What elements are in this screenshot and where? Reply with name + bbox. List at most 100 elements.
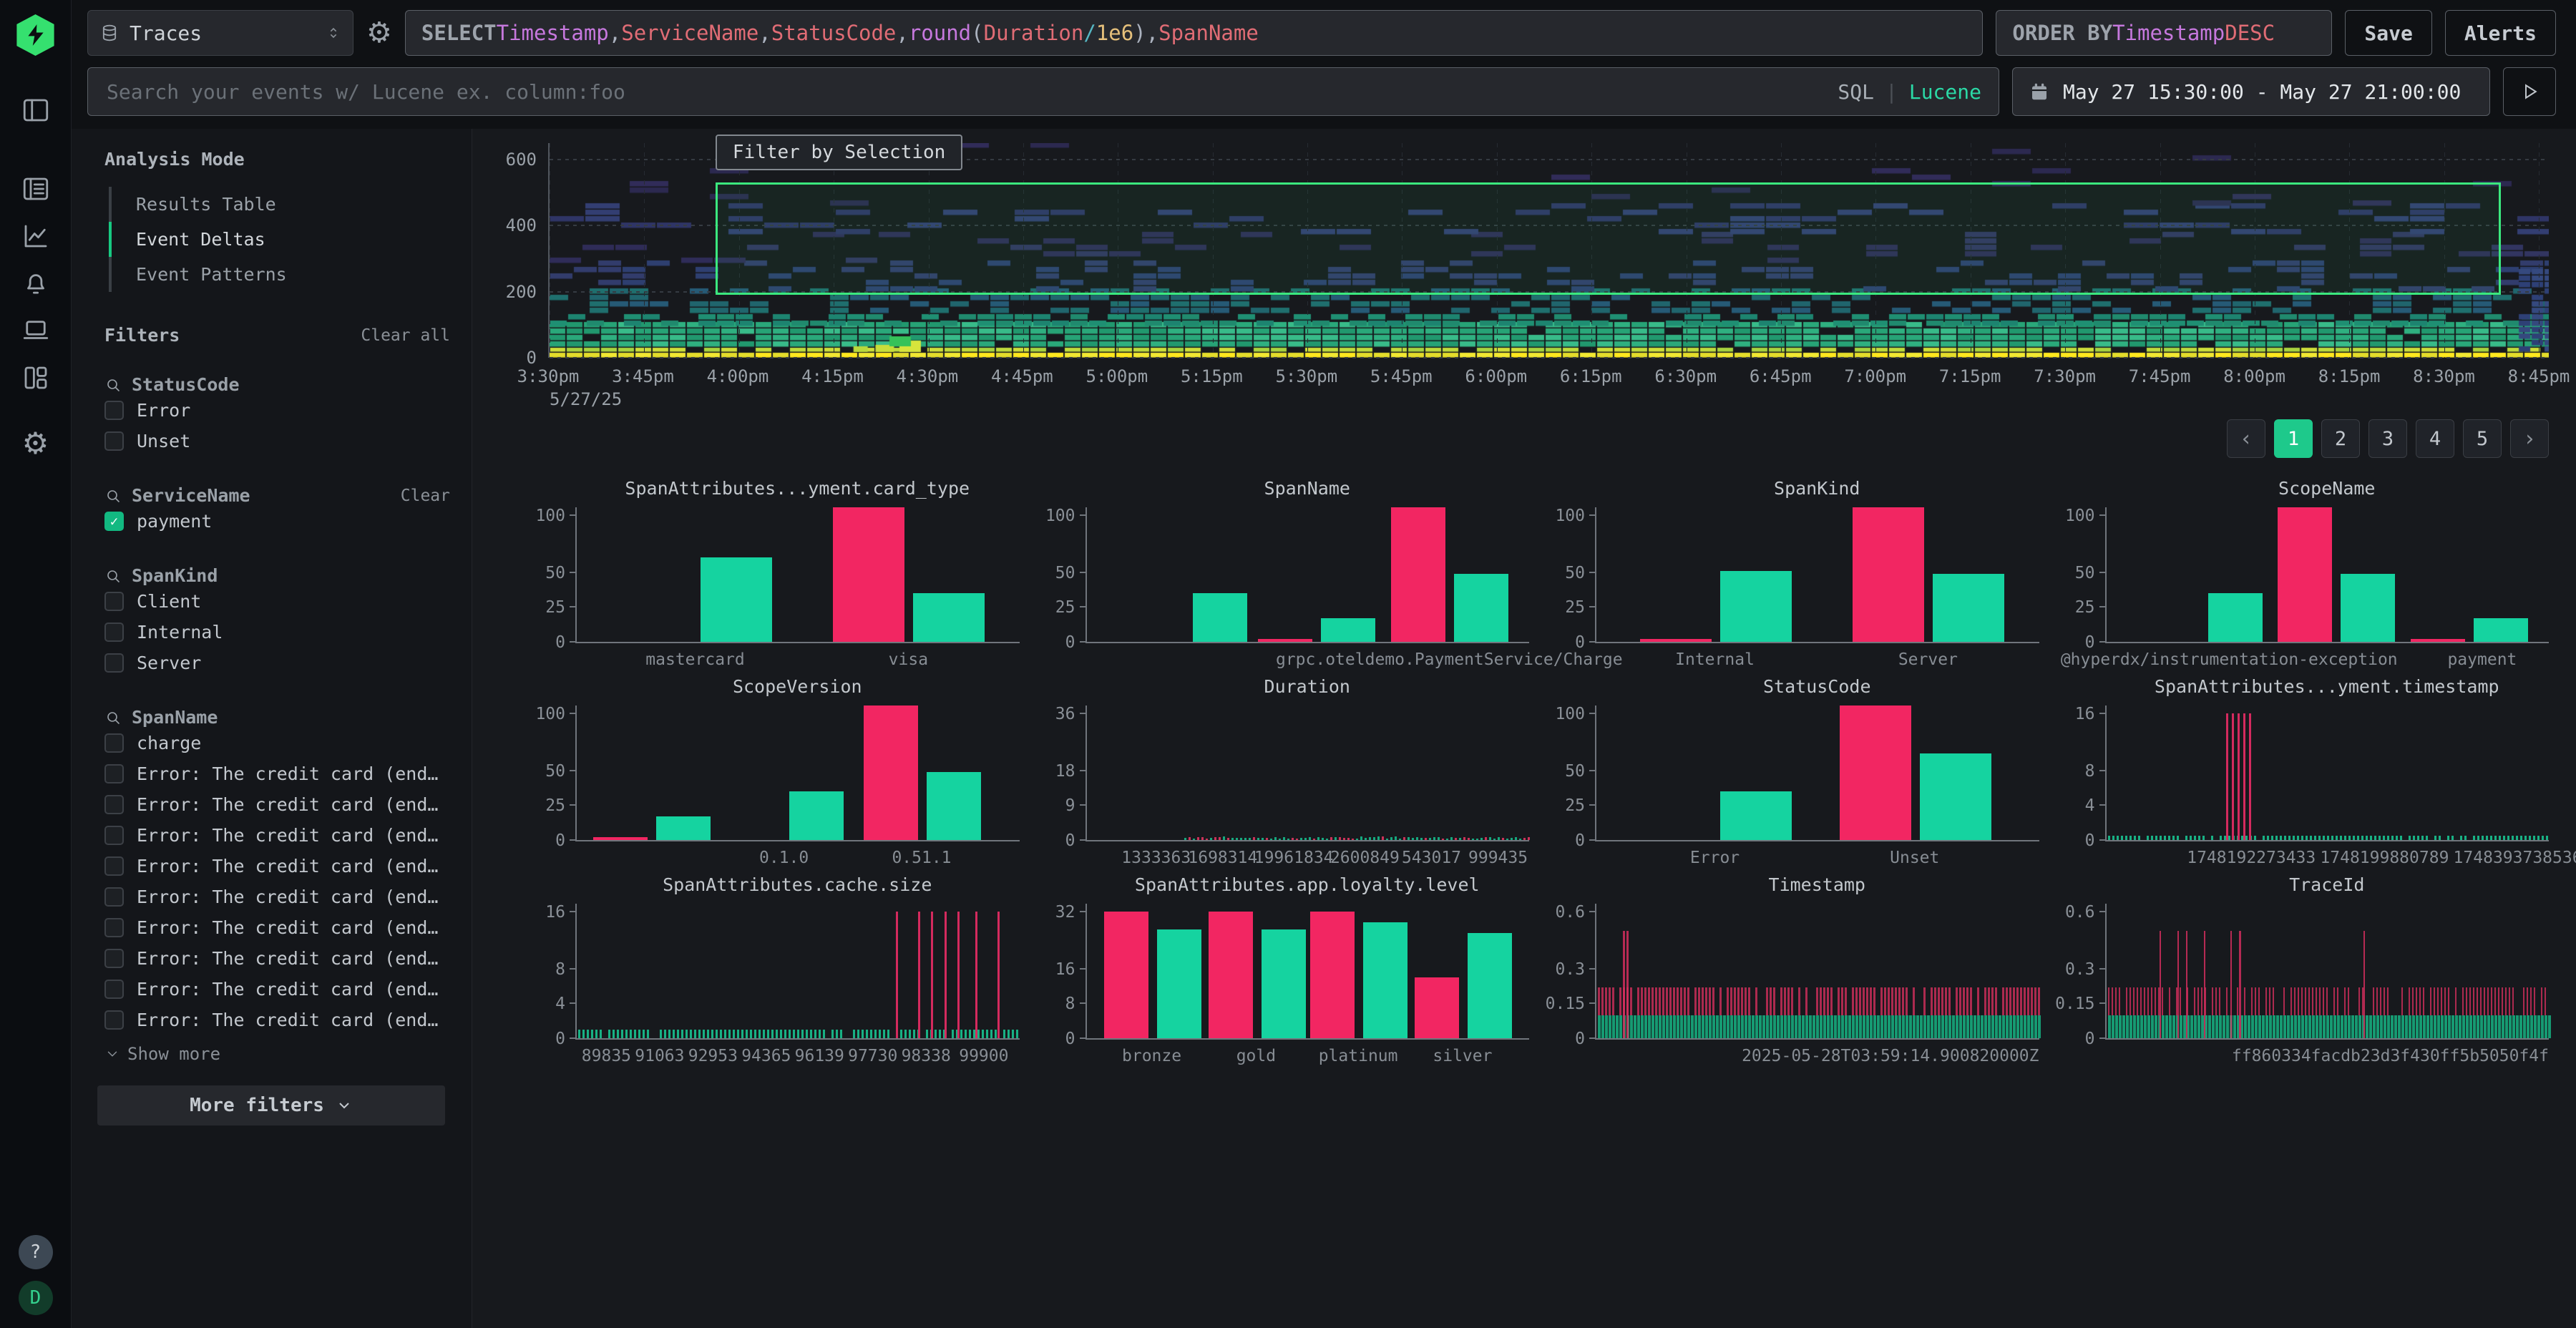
green-bar	[1630, 1015, 1633, 1039]
filter-option[interactable]: Error: The credit card (end…	[104, 820, 450, 851]
filter-option[interactable]: Error: The credit card (end…	[104, 974, 450, 1005]
mode-item-event-patterns[interactable]: Event Patterns	[109, 257, 450, 292]
pagination-page-4[interactable]: 4	[2416, 419, 2454, 458]
source-settings-gear-icon[interactable]: ⚙	[366, 16, 392, 49]
base-bar	[771, 1030, 774, 1038]
base-bar	[801, 1030, 804, 1038]
help-button[interactable]: ?	[19, 1235, 53, 1269]
pagination-prev-button[interactable]: ‹	[2227, 419, 2265, 458]
x-tick-label: 7:30pm	[2034, 366, 2096, 386]
category-label: mastercard	[645, 650, 744, 669]
filter-option[interactable]: Error: The credit card (end…	[104, 758, 450, 789]
filter-option[interactable]: Client	[104, 586, 450, 617]
filter-option[interactable]: Error: The credit card (end…	[104, 912, 450, 943]
filter-option[interactable]: Server	[104, 648, 450, 678]
selection-region[interactable]	[716, 182, 2501, 295]
show-more-link[interactable]: Show more	[104, 1044, 450, 1064]
pagination-page-2[interactable]: 2	[2321, 419, 2360, 458]
sql-orderby-input[interactable]: ORDER BY Timestamp DESC	[1996, 10, 2332, 56]
chart-plot[interactable]	[1595, 507, 2039, 643]
save-button[interactable]: Save	[2345, 10, 2431, 56]
chart-plot[interactable]	[575, 904, 1020, 1040]
rail-chart-line[interactable]	[19, 219, 53, 253]
run-query-button[interactable]	[2503, 67, 2556, 116]
chart-plot[interactable]	[1085, 706, 1530, 841]
filter-option[interactable]: Error: The credit card (end…	[104, 1005, 450, 1035]
chart-plot[interactable]	[1595, 706, 2039, 841]
filter-option[interactable]: ✓payment	[104, 506, 450, 537]
checkbox[interactable]	[104, 795, 124, 814]
lucene-toggle[interactable]: Lucene	[1909, 80, 1981, 104]
checkbox[interactable]: ✓	[104, 512, 124, 531]
outlier-bar	[1840, 706, 1911, 840]
checkbox[interactable]	[104, 653, 124, 673]
checkbox[interactable]	[104, 1010, 124, 1030]
filter-option[interactable]: Error: The credit card (end…	[104, 851, 450, 882]
filter-option[interactable]: Error: The credit card (end…	[104, 943, 450, 974]
pagination-page-3[interactable]: 3	[2368, 419, 2407, 458]
y-tick-mark	[2099, 1038, 2106, 1039]
timeline-plot[interactable]: Filter by Selection	[548, 143, 2549, 358]
search-input[interactable]	[105, 79, 1838, 104]
filter-by-selection-tooltip[interactable]: Filter by Selection	[716, 135, 962, 170]
filter-option[interactable]: charge	[104, 728, 450, 758]
checkbox[interactable]	[104, 856, 124, 876]
rail-alerts-bell[interactable]	[19, 266, 53, 301]
language-toggle[interactable]: SQL | Lucene	[1838, 80, 1981, 104]
tiny-bar	[1498, 837, 1500, 840]
checkbox[interactable]	[104, 431, 124, 451]
checkbox[interactable]	[104, 980, 124, 999]
pagination-page-5[interactable]: 5	[2463, 419, 2502, 458]
filter-option[interactable]: Error: The credit card (end…	[104, 882, 450, 912]
clear-all-link[interactable]: Clear all	[361, 326, 450, 345]
rail-event-feed[interactable]	[19, 172, 53, 206]
filter-option[interactable]: Error: The credit card (end…	[104, 789, 450, 820]
checkbox[interactable]	[104, 592, 124, 611]
chart-plot[interactable]	[2105, 706, 2550, 841]
rail-settings-gear[interactable]: ⚙	[19, 426, 53, 461]
user-avatar[interactable]: D	[19, 1281, 53, 1315]
app-logo[interactable]	[15, 14, 57, 56]
chart-plot[interactable]	[1085, 507, 1530, 643]
checkbox[interactable]	[104, 764, 124, 783]
checkbox[interactable]	[104, 949, 124, 968]
chart-plot[interactable]	[2105, 904, 2550, 1040]
more-filters-button[interactable]: More filters	[97, 1085, 445, 1126]
pagination-page-1[interactable]: 1	[2274, 419, 2313, 458]
checkbox[interactable]	[104, 622, 124, 642]
checkbox[interactable]	[104, 918, 124, 937]
checkbox[interactable]	[104, 826, 124, 845]
tiny-bar	[1412, 838, 1414, 840]
tiny-bar	[1472, 839, 1474, 840]
chart-plot[interactable]	[575, 507, 1020, 643]
clear-filter-link[interactable]: Clear	[401, 487, 450, 505]
rail-dashboards[interactable]	[19, 361, 53, 395]
pagination-next-button[interactable]: ›	[2510, 419, 2549, 458]
mode-item-results-table[interactable]: Results Table	[109, 187, 450, 222]
filter-option[interactable]: Internal	[104, 617, 450, 648]
mode-item-event-deltas[interactable]: Event Deltas	[109, 222, 450, 257]
chart-plot[interactable]	[1595, 904, 2039, 1040]
green-bar	[1798, 1015, 1801, 1039]
sql-select-input[interactable]: SELECT Timestamp,ServiceName,StatusCode,…	[405, 10, 1984, 56]
sql-token: ,	[758, 21, 771, 45]
rail-sessions-laptop[interactable]	[19, 313, 53, 348]
filter-option-label: Error: The credit card (end…	[137, 979, 438, 1000]
chart-plot[interactable]	[2105, 507, 2550, 643]
category-label: @hyperdx/instrumentation-exception	[2061, 650, 2398, 669]
checkbox[interactable]	[104, 887, 124, 907]
filter-panel: Analysis Mode Results TableEvent DeltasE…	[72, 129, 472, 1328]
filter-option[interactable]: Unset	[104, 426, 450, 456]
y-tick-label: 8	[1065, 995, 1075, 1013]
checkbox[interactable]	[104, 733, 124, 753]
filter-option[interactable]: Error	[104, 395, 450, 426]
source-select[interactable]: Traces	[87, 10, 353, 56]
date-range-picker[interactable]: May 27 15:30:00 - May 27 21:00:00	[2012, 67, 2490, 116]
green-bar	[1970, 1015, 1973, 1039]
checkbox[interactable]	[104, 401, 124, 420]
chart-plot[interactable]	[1085, 904, 1530, 1040]
sql-toggle[interactable]: SQL	[1838, 80, 1874, 104]
chart-plot[interactable]	[575, 706, 1020, 841]
alerts-button[interactable]: Alerts	[2445, 10, 2556, 56]
rail-panel-left[interactable]	[19, 93, 53, 127]
